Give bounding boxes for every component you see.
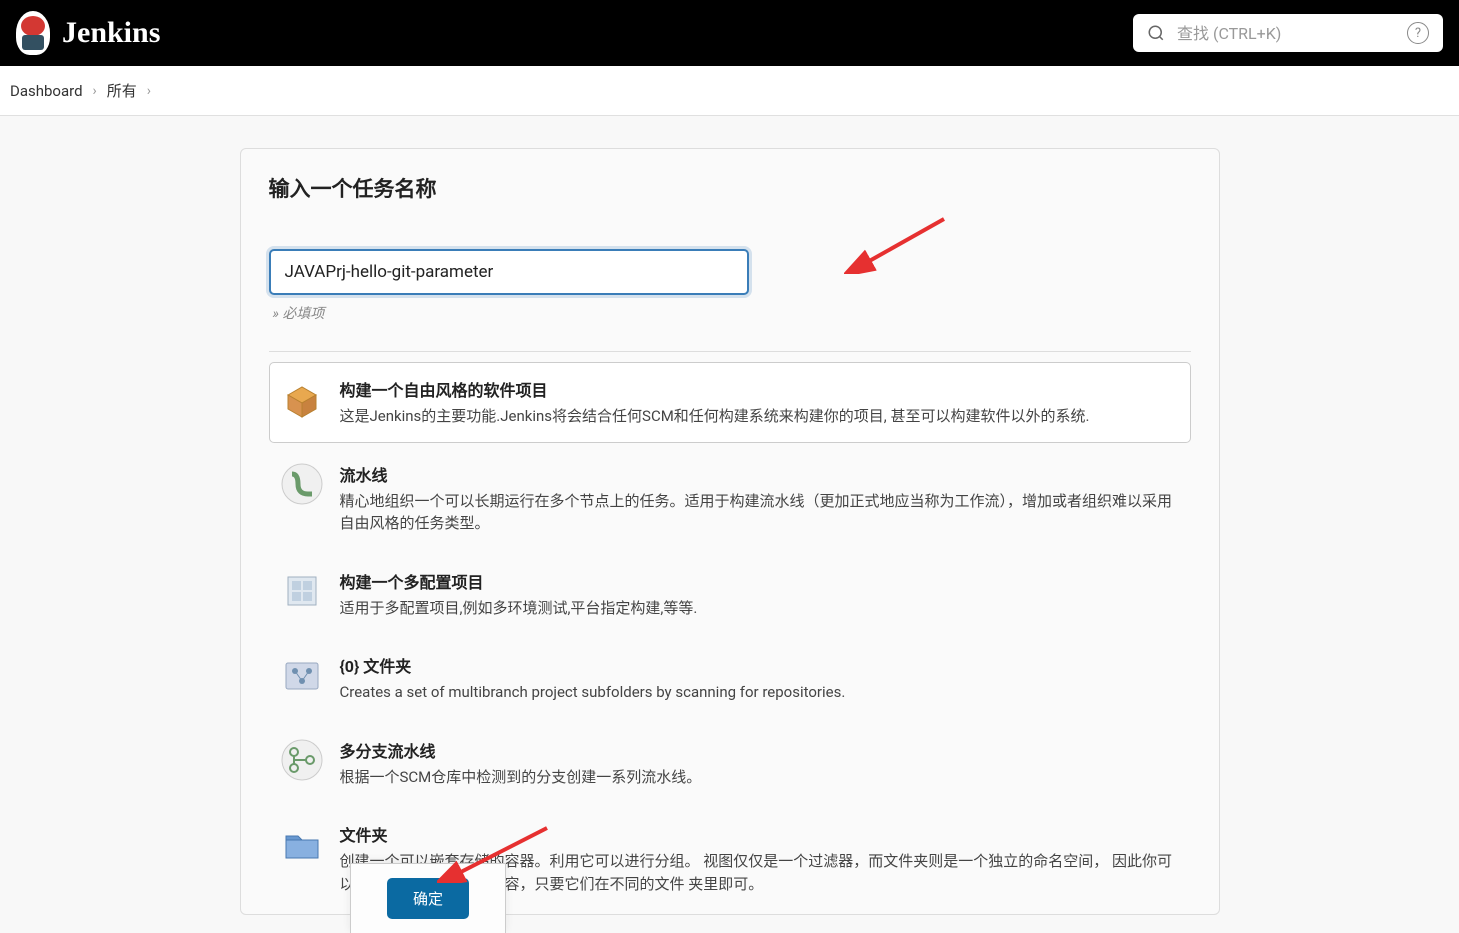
search-box[interactable]: ? xyxy=(1133,14,1443,52)
item-type-desc: Creates a set of multibranch project sub… xyxy=(340,681,1180,704)
item-type-title: 文件夹 xyxy=(340,822,1180,846)
jenkins-logo-icon xyxy=(16,11,50,55)
help-icon[interactable]: ? xyxy=(1407,22,1429,44)
item-type-pipeline[interactable]: 流水线 精心地组织一个可以长期运行在多个节点上的任务。适用于构建流水线（更加正式… xyxy=(269,447,1191,550)
breadcrumb: Dashboard › 所有 › xyxy=(0,66,1459,116)
item-type-title: 多分支流水线 xyxy=(340,738,1180,762)
item-type-multibranch[interactable]: 多分支流水线 根据一个SCM仓库中检测到的分支创建一系列流水线。 xyxy=(269,723,1191,804)
multibranch-icon xyxy=(280,738,324,782)
item-type-desc: 适用于多配置项目,例如多环境测试,平台指定构建,等等. xyxy=(340,597,1180,620)
item-type-title: 构建一个多配置项目 xyxy=(340,569,1180,593)
item-type-desc: 这是Jenkins的主要功能.Jenkins将会结合任何SCM和任何构建系统来构… xyxy=(340,405,1180,428)
item-type-title: {0} 文件夹 xyxy=(340,653,1180,677)
search-icon xyxy=(1147,24,1165,42)
header: Jenkins ? xyxy=(0,0,1459,66)
ok-button[interactable]: 确定 xyxy=(387,878,469,919)
item-types-list: 构建一个自由风格的软件项目 这是Jenkins的主要功能.Jenkins将会结合… xyxy=(269,351,1191,910)
footer-bar: 确定 xyxy=(350,863,506,933)
breadcrumb-item-dashboard[interactable]: Dashboard xyxy=(10,82,83,100)
logo-text: Jenkins xyxy=(62,16,160,50)
item-type-desc: 根据一个SCM仓库中检测到的分支创建一系列流水线。 xyxy=(340,766,1180,789)
item-type-title: 流水线 xyxy=(340,462,1180,486)
item-type-org-folder[interactable]: {0} 文件夹 Creates a set of multibranch pro… xyxy=(269,638,1191,719)
item-type-desc: 精心地组织一个可以长期运行在多个节点上的任务。适用于构建流水线（更加正式地应当称… xyxy=(340,490,1180,535)
multiconfig-icon xyxy=(280,569,324,613)
logo-area[interactable]: Jenkins xyxy=(16,11,160,55)
chevron-right-icon: › xyxy=(93,83,97,99)
pipeline-icon xyxy=(280,462,324,506)
item-type-freestyle[interactable]: 构建一个自由风格的软件项目 这是Jenkins的主要功能.Jenkins将会结合… xyxy=(269,362,1191,443)
chevron-right-icon: › xyxy=(147,83,151,99)
item-type-title: 构建一个自由风格的软件项目 xyxy=(340,377,1180,401)
breadcrumb-item-all[interactable]: 所有 xyxy=(107,80,137,101)
org-folder-icon xyxy=(280,653,324,697)
freestyle-icon xyxy=(280,377,324,421)
folder-icon xyxy=(280,822,324,866)
form-title: 输入一个任务名称 xyxy=(269,173,1191,203)
required-hint: » 必填项 xyxy=(273,303,1191,323)
name-input-wrap xyxy=(269,249,1191,295)
annotation-arrow-icon xyxy=(844,214,954,274)
main-container: 输入一个任务名称 » 必填项 xyxy=(220,148,1240,915)
search-input[interactable] xyxy=(1177,24,1395,43)
item-name-input[interactable] xyxy=(269,249,749,295)
item-type-multiconfig[interactable]: 构建一个多配置项目 适用于多配置项目,例如多环境测试,平台指定构建,等等. xyxy=(269,554,1191,635)
new-item-card: 输入一个任务名称 » 必填项 xyxy=(240,148,1220,915)
